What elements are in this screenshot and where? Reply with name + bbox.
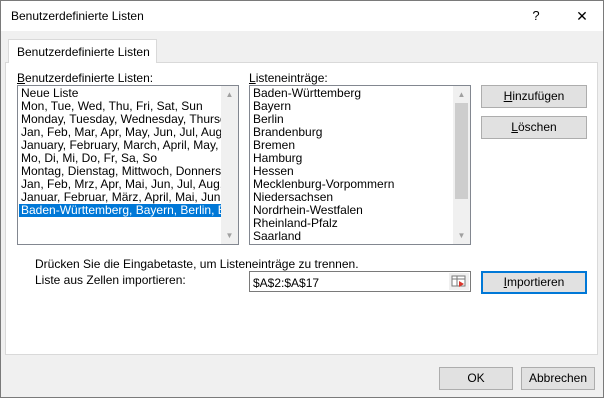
list-item[interactable]: Januar, Februar, März, April, Mai, Juni,… [19, 191, 221, 204]
add-button[interactable]: Hinzufügen [481, 85, 587, 108]
import-button[interactable]: Importieren [481, 271, 587, 294]
list-item[interactable]: Mo, Di, Mi, Do, Fr, Sa, So [19, 152, 221, 165]
list-entries-label-text: isteneinträge: [255, 71, 328, 85]
list-item[interactable]: Berlin [251, 113, 453, 126]
list-item[interactable]: Jan, Feb, Mrz, Apr, Mai, Jun, Jul, Aug, … [19, 178, 221, 191]
cancel-button[interactable]: Abbrechen [521, 367, 595, 390]
custom-lists-label: Benutzerdefinierte Listen: [17, 71, 153, 85]
cancel-button-label: Abbrechen [528, 371, 588, 385]
import-range-input[interactable]: $A$2:$A$17 [249, 271, 471, 292]
range-selector-icon [451, 275, 466, 287]
import-label: Liste aus Zellen importieren: [35, 273, 186, 287]
list-entries-listbox[interactable]: Saarland Rheinland-Pfalz Nordrhein-Westfal… [249, 85, 471, 245]
list-item[interactable]: Mon, Tue, Wed, Thu, Fri, Sat, Sun [19, 100, 221, 113]
ok-button-label: OK [467, 371, 485, 385]
list-item[interactable]: Saarland [251, 230, 453, 243]
list-item[interactable]: Nordrhein-Westfalen [251, 204, 453, 217]
tab-label: Benutzerdefinierte Listen [17, 45, 150, 59]
custom-lists-label-text: enutzerdefinierte Listen: [25, 71, 154, 85]
custom-lists-label-mnemonic: B [17, 71, 26, 85]
list-item[interactable]: Hessen [251, 165, 453, 178]
scroll-down-icon[interactable]: ▼ [221, 227, 238, 244]
list-item[interactable]: Hamburg [251, 152, 453, 165]
tab-custom-lists[interactable]: Benutzerdefinierte Listen [8, 39, 157, 63]
title-bar: Benutzerdefinierte Listen ? ✕ [1, 1, 603, 31]
import-range-value: $A$2:$A$17 [253, 276, 320, 290]
help-button[interactable]: ? [523, 1, 549, 31]
list-item[interactable]: Jan, Feb, Mar, Apr, May, Jun, Jul, Aug, … [19, 126, 221, 139]
list-item[interactable]: Montag, Dienstag, Mittwoch, Donnerstag [19, 165, 221, 178]
list-item[interactable]: Rheinland-Pfalz [251, 217, 453, 230]
list-item[interactable]: Bayern [251, 100, 453, 113]
list-item[interactable]: Niedersachsen [251, 191, 453, 204]
scroll-down-icon[interactable]: ▼ [453, 227, 470, 244]
collapse-dialog-button[interactable] [449, 273, 469, 290]
close-button[interactable]: ✕ [564, 1, 600, 31]
delete-button-mnemonic: L [511, 120, 518, 134]
list-item[interactable]: Mecklenburg-Vorpommern [251, 178, 453, 191]
list-item[interactable]: January, February, March, April, May, Ju [19, 139, 221, 152]
custom-lists-listbox[interactable]: Baden-Württemberg, Bayern, Berlin, Bra Ja… [17, 85, 239, 245]
list-item[interactable]: Baden-Württemberg [251, 87, 453, 100]
list-entries-scrollbar[interactable]: ▲ ▼ [453, 86, 470, 244]
list-entries-label-mnemonic: L [249, 71, 256, 85]
custom-lists-dialog: Benutzerdefinierte Listen ? ✕ Benutzerde… [0, 0, 604, 398]
scroll-up-icon[interactable]: ▲ [221, 86, 238, 103]
delete-button[interactable]: Löschen [481, 116, 587, 139]
hint-text: Drücken Sie die Eingabetaste, um Listene… [35, 257, 359, 271]
custom-lists-scrollbar[interactable]: ▲ ▼ [221, 86, 238, 244]
list-item[interactable]: Brandenburg [251, 126, 453, 139]
scroll-thumb[interactable] [455, 103, 468, 199]
list-entries-label: Listeneinträge: [249, 71, 328, 85]
import-button-label: mportieren [506, 275, 565, 289]
add-button-label: inzufügen [512, 89, 565, 103]
scroll-up-icon[interactable]: ▲ [453, 86, 470, 103]
add-button-mnemonic: H [503, 89, 513, 103]
list-item[interactable]: Neue Liste [19, 87, 221, 100]
delete-button-label: öschen [517, 120, 557, 134]
ok-button[interactable]: OK [439, 367, 513, 390]
list-item[interactable]: Bremen [251, 139, 453, 152]
window-title: Benutzerdefinierte Listen [11, 9, 144, 23]
list-item[interactable]: Monday, Tuesday, Wednesday, Thursday [19, 113, 221, 126]
list-item[interactable]: Baden-Württemberg, Bayern, Berlin, Bra [19, 204, 221, 217]
